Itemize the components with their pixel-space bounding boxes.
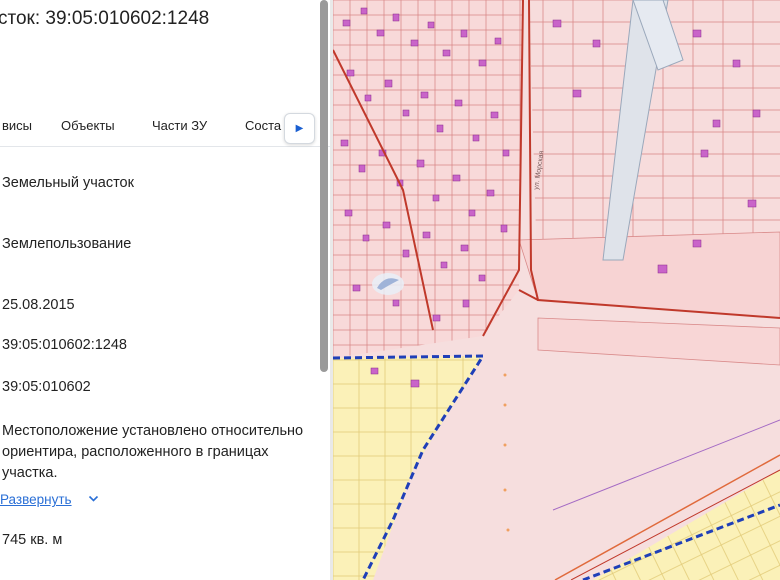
tab-objects[interactable]: Объекты — [61, 118, 115, 133]
tab-parcel-parts[interactable]: Части ЗУ — [152, 118, 207, 133]
area-value: 745 кв. м — [2, 532, 63, 548]
map-canvas[interactable]: ул. Морская — [333, 0, 780, 580]
map-logo-icon — [372, 273, 404, 295]
registration-date-value: 25.08.2015 — [2, 297, 75, 313]
info-panel: сток: 39:05:010602:1248 висы Объекты Час… — [0, 0, 333, 580]
chevron-down-icon[interactable] — [88, 493, 99, 504]
parcel-type-value: Земельный участок — [2, 175, 134, 191]
tab-scroll-button[interactable]: ▶ — [284, 113, 315, 144]
chevron-right-icon: ▶ — [295, 123, 304, 134]
panel-scrollbar[interactable] — [320, 0, 328, 372]
tab-services[interactable]: висы — [2, 118, 32, 133]
tab-composition[interactable]: Соста — [245, 118, 281, 133]
parcel-title: сток: 39:05:010602:1248 — [0, 8, 210, 29]
parcel-category-value: Землепользование — [2, 236, 132, 252]
cadastral-map[interactable]: ул. Морская — [333, 0, 780, 580]
location-description: Местоположение установлено относительно … — [2, 423, 304, 481]
cadastral-number-value: 39:05:010602:1248 — [2, 337, 127, 353]
expand-link[interactable]: Развернуть — [0, 492, 72, 507]
cadastral-quarter-value: 39:05:010602 — [2, 379, 91, 395]
